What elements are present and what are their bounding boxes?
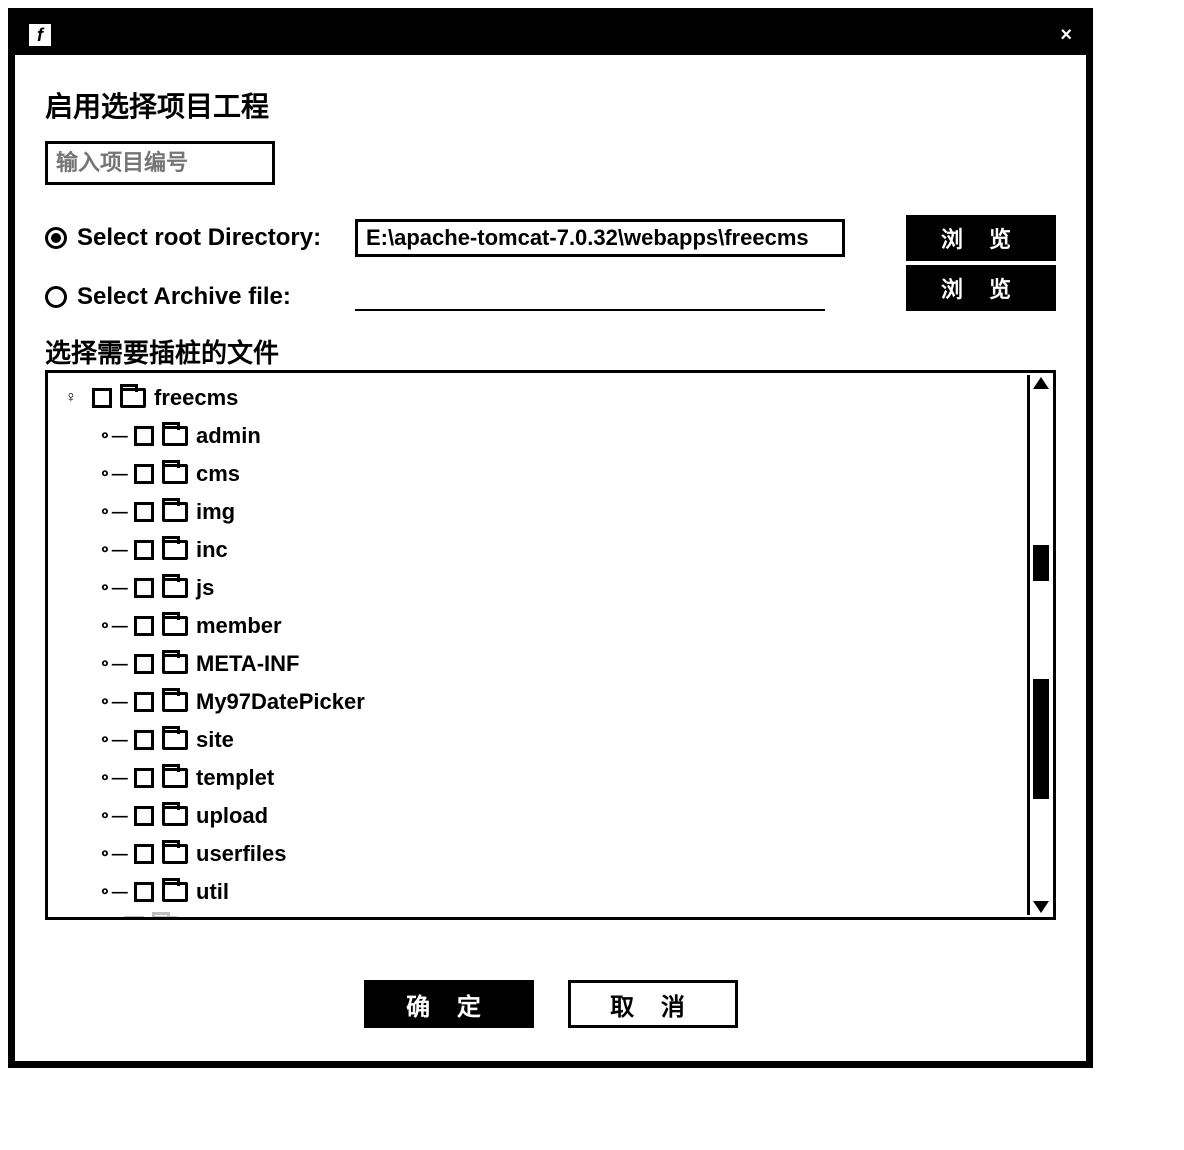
tree-item-label: freecms	[154, 385, 238, 411]
tree-checkbox[interactable]	[134, 730, 154, 750]
folder-icon	[162, 730, 188, 750]
folder-icon	[120, 388, 146, 408]
tree-item-label: cms	[196, 461, 240, 487]
title-bar: f ×	[15, 15, 1086, 55]
tree-expand-closed-icon[interactable]: ⚬—	[100, 502, 126, 522]
scroll-thumb[interactable]	[1033, 545, 1049, 581]
tree-checkbox[interactable]	[134, 502, 154, 522]
tree-item[interactable]: ⚬— upload	[58, 797, 1053, 835]
tree-checkbox[interactable]	[134, 540, 154, 560]
tree-checkbox[interactable]	[134, 616, 154, 636]
close-icon[interactable]: ×	[1060, 24, 1072, 47]
tree-checkbox[interactable]	[134, 882, 154, 902]
folder-icon	[162, 464, 188, 484]
dialog-body: 启用选择项目工程 Select root Directory: 浏 览 Sele…	[15, 55, 1086, 1028]
archive-file-input[interactable]	[355, 309, 825, 311]
tree-item-label: My97DatePicker	[196, 689, 365, 715]
tree-item[interactable]: ⚬— member	[58, 607, 1053, 645]
tree-root[interactable]: ♀ freecms	[58, 379, 1053, 417]
browse-archive-button[interactable]: 浏 览	[906, 265, 1056, 311]
folder-icon	[162, 578, 188, 598]
radio-archive-file[interactable]	[45, 286, 67, 308]
tree-item-label: img	[196, 499, 235, 525]
tree-expand-closed-icon[interactable]: ⚬—	[100, 882, 126, 902]
tree-checkbox[interactable]	[134, 426, 154, 446]
tree-item[interactable]: ⚬— cms	[58, 455, 1053, 493]
tree-checkbox[interactable]	[134, 692, 154, 712]
tree-expand-closed-icon[interactable]: ⚬—	[100, 578, 126, 598]
tree-expand-closed-icon[interactable]: ⚬—	[100, 616, 126, 636]
tree-checkbox[interactable]	[134, 768, 154, 788]
tree-scrollbar[interactable]	[1027, 375, 1051, 915]
tree-checkbox[interactable]	[134, 464, 154, 484]
tree-item[interactable]: ⚬— userfiles	[58, 835, 1053, 873]
tree-expand-closed-icon[interactable]: ⚬—	[100, 426, 126, 446]
tree-item-label: member	[196, 613, 282, 639]
folder-icon	[162, 806, 188, 826]
tree-item[interactable]: ⚬— inc	[58, 531, 1053, 569]
tree-item[interactable]: ⚬— js	[58, 569, 1053, 607]
tree-item[interactable]: ⚬— img	[58, 493, 1053, 531]
tree-expand-closed-icon[interactable]: ⚬—	[100, 540, 126, 560]
folder-icon	[162, 844, 188, 864]
tree-expand-closed-icon[interactable]: ⚬—	[100, 806, 126, 826]
cancel-button[interactable]: 取 消	[568, 980, 738, 1028]
tree-expand-closed-icon[interactable]: ⚬—	[100, 768, 126, 788]
tree-expand-closed-icon[interactable]: ⚬—	[100, 730, 126, 750]
tree-item[interactable]: ⚬— META-INF	[58, 645, 1053, 683]
tree-item-label: util	[196, 879, 229, 905]
tree-expand-closed-icon[interactable]: ⚬—	[100, 692, 126, 712]
folder-icon	[162, 616, 188, 636]
browse-root-button[interactable]: 浏 览	[906, 215, 1056, 261]
radio-archive-label: Select Archive file:	[77, 283, 291, 311]
tree-expand-closed-icon[interactable]: ⚬—	[100, 844, 126, 864]
root-directory-input[interactable]	[355, 219, 845, 257]
tree-item[interactable]: ⚬—WEB-INF	[58, 907, 1053, 920]
tree-item[interactable]: ⚬— util	[58, 873, 1053, 911]
tree-item[interactable]: ⚬— templet	[58, 759, 1053, 797]
scroll-thumb[interactable]	[1033, 679, 1049, 799]
dialog-window: f × 启用选择项目工程 Select root Directory: 浏 览 …	[8, 8, 1093, 1068]
tree-item-label: admin	[196, 423, 261, 449]
radio-root-label: Select root Directory:	[77, 224, 321, 252]
folder-icon	[162, 768, 188, 788]
file-tree: ♀ freecms ⚬— admin ⚬— cms ⚬— img ⚬— inc ⚬— js ⚬— memb…	[45, 370, 1056, 920]
scroll-down-icon[interactable]	[1033, 901, 1049, 913]
tree-expand-closed-icon[interactable]: ⚬—	[100, 654, 126, 674]
folder-icon	[162, 540, 188, 560]
app-icon: f	[29, 24, 51, 46]
folder-icon	[162, 426, 188, 446]
tree-expand-closed-icon[interactable]: ⚬—	[100, 464, 126, 484]
tree-checkbox[interactable]	[134, 654, 154, 674]
tree-item-label: templet	[196, 765, 274, 791]
section-title: 启用选择项目工程	[45, 85, 1056, 125]
folder-icon	[162, 692, 188, 712]
tree-item[interactable]: ⚬— admin	[58, 417, 1053, 455]
tree-checkbox[interactable]	[92, 388, 112, 408]
folder-icon	[162, 502, 188, 522]
tree-expand-open-icon[interactable]: ♀	[58, 389, 84, 407]
tree-item-label: inc	[196, 537, 228, 563]
tree-checkbox[interactable]	[134, 578, 154, 598]
tree-checkbox[interactable]	[134, 844, 154, 864]
tree-item-label: META-INF	[196, 651, 299, 677]
tree-item-label: js	[196, 575, 214, 601]
scroll-up-icon[interactable]	[1033, 377, 1049, 389]
project-number-input[interactable]	[45, 141, 275, 185]
tree-item-label: userfiles	[196, 841, 287, 867]
tree-item-label: site	[196, 727, 234, 753]
tree-item[interactable]: ⚬— site	[58, 721, 1053, 759]
tree-checkbox[interactable]	[134, 806, 154, 826]
folder-icon	[162, 654, 188, 674]
tree-item-label: upload	[196, 803, 268, 829]
radio-root-directory[interactable]	[45, 227, 67, 249]
select-files-title: 选择需要插桩的文件	[45, 333, 1056, 370]
ok-button[interactable]: 确 定	[364, 980, 534, 1028]
tree-item[interactable]: ⚬— My97DatePicker	[58, 683, 1053, 721]
folder-icon	[162, 882, 188, 902]
